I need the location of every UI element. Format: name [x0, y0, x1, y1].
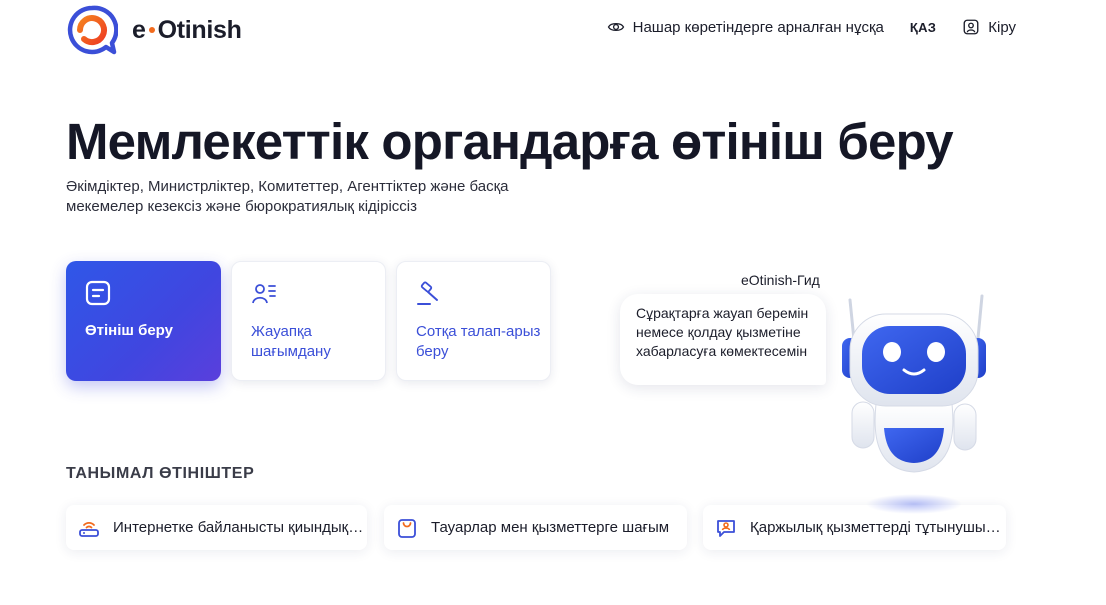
page-subtitle: Әкімдіктер, Министрліктер, Комитеттер, А…	[66, 178, 509, 215]
popular-item-goods[interactable]: Тауарлар мен қызметтерге шағым	[384, 505, 687, 550]
customer-support-icon	[717, 519, 735, 537]
shopping-bag-icon	[398, 518, 416, 538]
submit-application-label: Өтініш беру	[85, 322, 173, 339]
eye-icon	[607, 22, 624, 32]
logo-text-left: e	[132, 15, 146, 44]
submit-application-card[interactable]: Өтініш беру	[66, 261, 221, 381]
assistant-message-bubble[interactable]: Сұрақтарға жауап беремін немесе қолдау қ…	[620, 294, 826, 385]
document-list-icon	[85, 280, 111, 306]
page-title: Мемлекеттік органдарға өтініш беру	[66, 113, 954, 170]
popular-item-label: Интернетке байланысты қиындықтар	[113, 519, 367, 536]
court-claim-label: Сотқа талап-арыз беру	[416, 323, 541, 360]
e-logo-icon	[67, 5, 118, 55]
appeal-response-label: Жауапқа шағымдану	[251, 323, 331, 360]
user-icon	[963, 19, 979, 35]
court-claim-card[interactable]: Сотқа талап-арыз беру	[396, 261, 551, 381]
appeal-response-card[interactable]: Жауапқа шағымдану	[231, 261, 386, 381]
popular-section-title: ТАНЫМАЛ ӨТІНІШТЕР	[66, 465, 255, 482]
assistant-name: eOtinish-Гид	[741, 272, 820, 288]
logo-text-right: Otinish	[157, 15, 242, 44]
user-list-icon	[252, 284, 276, 304]
gavel-icon	[417, 281, 438, 305]
low-vision-label: Нашар көретіндерге арналған нұсқа	[632, 18, 884, 36]
logo-text: e Otinish	[132, 16, 242, 45]
popular-item-label: Тауарлар мен қызметтерге шағым	[431, 519, 670, 536]
logo[interactable]: e Otinish	[66, 4, 242, 56]
logo-dot	[148, 27, 155, 33]
header: e Otinish Нашар көретіндерге арналған нұ…	[0, 0, 1106, 60]
low-vision-link[interactable]: Нашар көретіндерге арналған нұсқа	[607, 18, 884, 36]
popular-item-internet[interactable]: Интернетке байланысты қиындықтар	[66, 505, 367, 550]
login-label: Кіру	[988, 18, 1016, 36]
login-link[interactable]: Кіру	[962, 18, 1016, 36]
top-nav: Нашар көретіндерге арналған нұсқа ҚАЗ Кі…	[607, 18, 1016, 36]
router-icon	[79, 521, 99, 537]
language-switcher[interactable]: ҚАЗ	[910, 20, 936, 35]
robot-assistant-icon[interactable]	[836, 292, 986, 522]
